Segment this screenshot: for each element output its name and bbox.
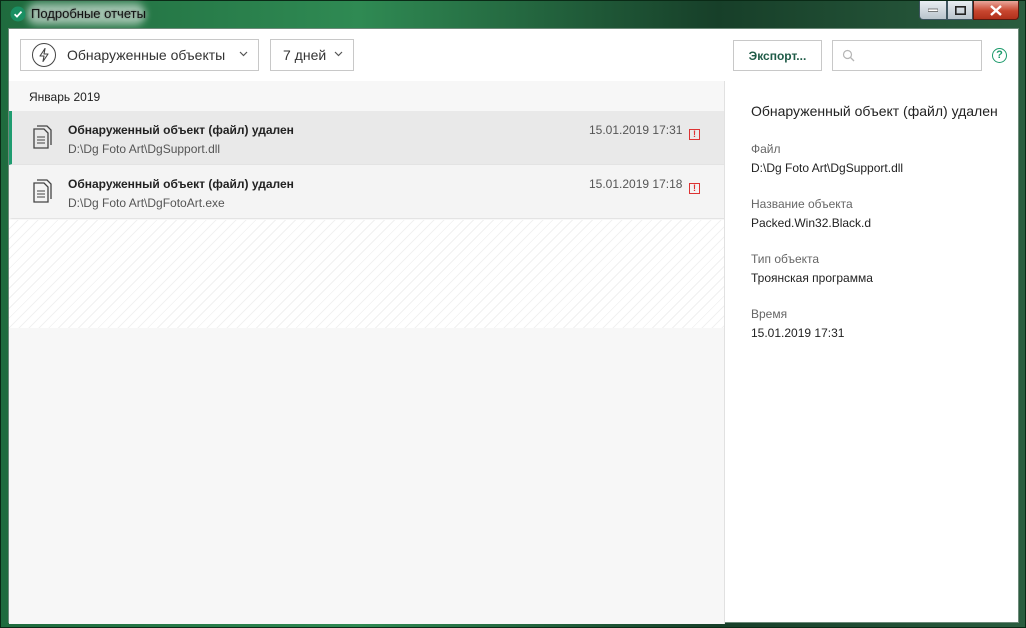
minimize-button[interactable] [919, 1, 947, 20]
period-dropdown-label: 7 дней [283, 47, 327, 63]
search-input[interactable] [861, 45, 977, 68]
warning-badge-icon: ! [689, 129, 700, 140]
close-icon [990, 4, 1002, 16]
category-dropdown[interactable]: Обнаруженные объекты [20, 39, 259, 71]
minimize-icon [928, 8, 938, 12]
detail-label-time: Время [751, 307, 788, 321]
item-path: D:\Dg Foto Art\DgSupport.dll [68, 142, 221, 156]
maximize-icon [954, 5, 966, 15]
window-controls [919, 1, 1019, 21]
search-icon [842, 49, 855, 62]
details-panel: Обнаруженный объект (файл) удален Файл D… [725, 81, 1018, 622]
detail-value-time: 15.01.2019 17:31 [751, 326, 845, 340]
item-title: Обнаруженный объект (файл) удален [68, 123, 294, 137]
item-datetime: 15.01.2019 17:18 [589, 177, 683, 191]
item-datetime: 15.01.2019 17:31 [589, 123, 683, 137]
document-icon [33, 179, 52, 203]
title-bar[interactable]: Подробные отчеты [1, 1, 1025, 27]
detail-label-file: Файл [751, 142, 781, 156]
category-dropdown-label: Обнаруженные объекты [67, 47, 226, 63]
maximize-button[interactable] [947, 1, 973, 20]
details-title: Обнаруженный объект (файл) удален [751, 103, 998, 119]
list-item[interactable]: Обнаруженный объект (файл) удален D:\Dg … [9, 165, 724, 219]
window-title: Подробные отчеты [31, 6, 146, 21]
events-list: Январь 2019 Обнаруженный объект (файл) у… [9, 81, 725, 624]
detail-value-object-type: Троянская программа [751, 271, 873, 285]
kaspersky-shield-icon [10, 6, 26, 22]
export-button[interactable]: Экспорт... [733, 40, 822, 71]
help-icon[interactable]: ? [992, 48, 1007, 63]
close-button[interactable] [973, 1, 1019, 20]
detail-value-file: D:\Dg Foto Art\DgSupport.dll [751, 161, 904, 175]
item-title: Обнаруженный объект (файл) удален [68, 177, 294, 191]
chevron-down-icon [334, 51, 343, 57]
search-box[interactable] [832, 40, 982, 71]
list-item[interactable]: Обнаруженный объект (файл) удален D:\Dg … [9, 111, 724, 165]
empty-list-area [9, 220, 724, 328]
group-header-month: Январь 2019 [29, 90, 101, 104]
detail-label-object-name: Название объекта [751, 197, 853, 211]
app-window: Подробные отчеты Обнаруженные объекты 7 … [0, 0, 1026, 628]
report-window-content: Обнаруженные объекты 7 дней Экспорт... ?… [8, 28, 1019, 624]
document-icon [33, 125, 52, 149]
item-path: D:\Dg Foto Art\DgFotoArt.exe [68, 196, 225, 210]
toolbar: Обнаруженные объекты 7 дней Экспорт... ? [9, 29, 1018, 82]
chevron-down-icon [239, 51, 248, 57]
lightning-icon [32, 43, 56, 67]
detail-value-object-name: Packed.Win32.Black.d [751, 216, 872, 230]
warning-badge-icon: ! [689, 183, 700, 194]
period-dropdown[interactable]: 7 дней [270, 39, 354, 71]
detail-label-object-type: Тип объекта [751, 252, 820, 266]
